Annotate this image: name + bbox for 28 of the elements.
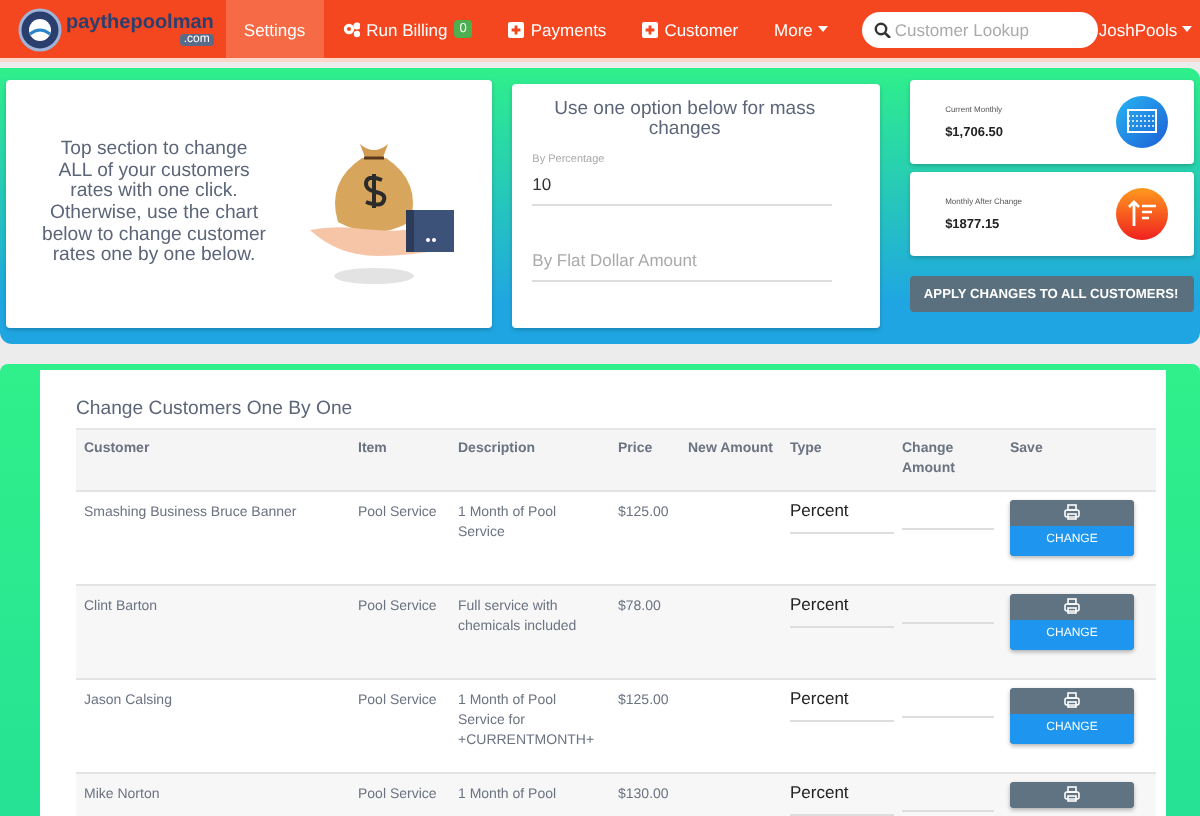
type-dropdown[interactable]: Percent: [790, 687, 894, 722]
nav-tab[interactable]: Settings: [225, 0, 324, 58]
nav-tab[interactable]: Payments: [490, 0, 625, 58]
nav-tab[interactable]: Customer: [624, 0, 757, 58]
printer-icon: [1064, 598, 1080, 615]
save-button[interactable]: [1010, 781, 1134, 808]
abacus-icon: [1116, 96, 1168, 148]
input-field[interactable]: By Flat Dollar Amount: [532, 241, 833, 282]
nav-tab[interactable]: More: [756, 0, 847, 58]
type-dropdown[interactable]: Percent: [790, 499, 894, 534]
printer-icon: [1064, 504, 1080, 521]
plus-square-icon: [642, 21, 659, 37]
caret-icon: [818, 26, 829, 32]
input-field[interactable]: 10: [532, 165, 833, 206]
intro-text: Top section to change ALL of your customers rates with one click. Otherwise, use the chart below to change customer rates one by one below.: [42, 139, 266, 269]
caret-icon: [1181, 26, 1192, 32]
search-field[interactable]: Customer Lookup: [862, 11, 1099, 47]
card-heading: Use one option below for mass changes: [552, 100, 818, 142]
logo-text: paythepoolman: [66, 13, 214, 33]
printer-icon: [1064, 692, 1080, 709]
logo-icon: [18, 7, 62, 51]
sort-up-icon: [1116, 188, 1168, 240]
search-icon: [874, 21, 892, 38]
plus-square-icon: [508, 21, 525, 37]
gears-icon: [341, 20, 361, 38]
printer-icon: [1064, 786, 1080, 803]
user-menu[interactable]: JoshPools: [1098, 19, 1192, 39]
section-title: Change Customers One By One: [76, 398, 355, 420]
